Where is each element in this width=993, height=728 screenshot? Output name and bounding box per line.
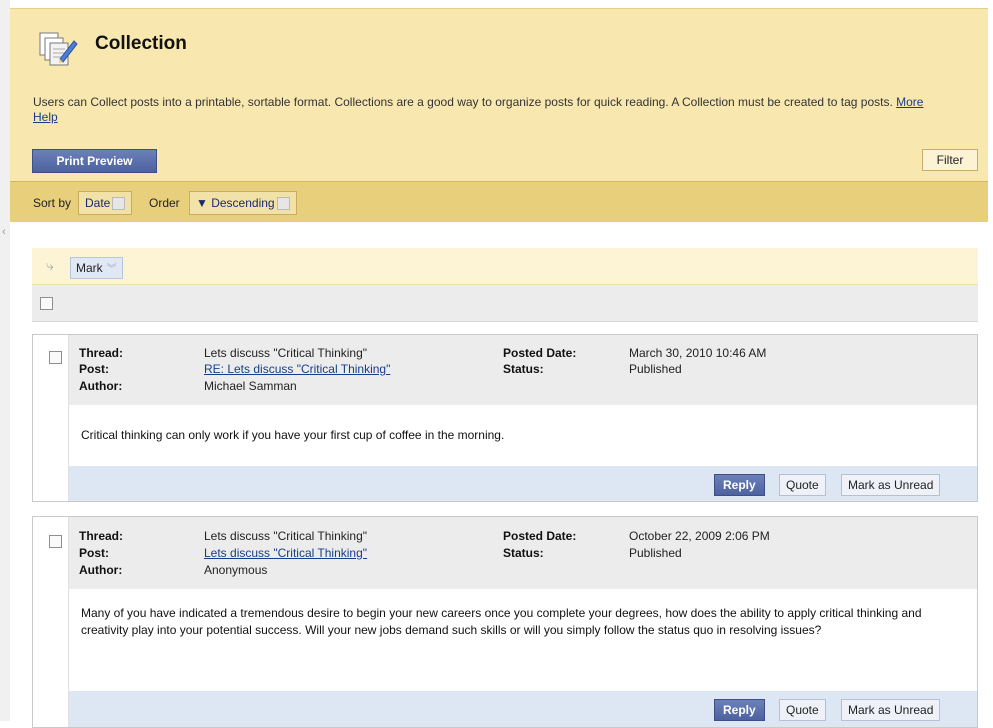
posted-date-label: Posted Date: bbox=[503, 529, 577, 543]
dropdown-icon bbox=[112, 197, 126, 211]
status-value: Published bbox=[629, 362, 682, 376]
left-edge: ‹ bbox=[0, 0, 10, 721]
post-body-text: Many of you have indicated a tremendous … bbox=[81, 606, 922, 637]
thread-label: Thread: bbox=[79, 346, 124, 360]
collection-page: Collection Users can Collect posts into … bbox=[10, 8, 988, 728]
dropdown-icon bbox=[276, 197, 290, 211]
chevron-down-icon: ︾ bbox=[106, 264, 117, 275]
page-header: Collection Users can Collect posts into … bbox=[10, 8, 988, 182]
author-label: Author: bbox=[79, 379, 123, 393]
page-description: Users can Collect posts into a printable… bbox=[33, 95, 933, 125]
post-meta: Thread: Post: Author: Lets discuss "Crit… bbox=[69, 517, 977, 589]
select-all-checkbox[interactable] bbox=[40, 297, 53, 310]
posted-date-value: March 30, 2010 10:46 AM bbox=[629, 346, 767, 360]
thread-value: Lets discuss "Critical Thinking" bbox=[204, 529, 368, 543]
post-value: RE: Lets discuss "Critical Thinking" bbox=[204, 362, 390, 376]
collection-icon bbox=[39, 32, 78, 66]
mark-bar: ⤷ Mark ︾ bbox=[32, 248, 978, 285]
order-value: ▼ Descending bbox=[196, 196, 275, 210]
order-select[interactable]: ▼ Descending bbox=[189, 191, 297, 215]
author-label: Author: bbox=[79, 563, 123, 577]
post-item: Thread: Post: Author: Lets discuss "Crit… bbox=[32, 334, 978, 502]
author-value: Anonymous bbox=[204, 563, 268, 577]
quote-button[interactable]: Quote bbox=[779, 699, 826, 721]
thread-label: Thread: bbox=[79, 529, 124, 543]
status-label: Status: bbox=[503, 362, 544, 376]
order-label: Order bbox=[149, 196, 180, 210]
post-checkbox-column bbox=[33, 517, 69, 727]
post-item: Thread: Post: Author: Lets discuss "Crit… bbox=[32, 516, 978, 728]
post-actions: Reply Quote Mark as Unread bbox=[69, 691, 977, 727]
mark-as-unread-button[interactable]: Mark as Unread bbox=[841, 474, 941, 496]
post-meta: Thread: Post: Author: Lets discuss "Crit… bbox=[69, 335, 977, 405]
post-value: Lets discuss "Critical Thinking" bbox=[204, 546, 367, 560]
status-label: Status: bbox=[503, 546, 544, 560]
post-body-text: Critical thinking can only work if you h… bbox=[81, 428, 505, 442]
print-preview-button[interactable]: Print Preview bbox=[32, 149, 157, 173]
collapse-grip-icon[interactable]: ‹ bbox=[2, 226, 6, 238]
posted-date-value: October 22, 2009 2:06 PM bbox=[629, 529, 770, 543]
mark-as-unread-button[interactable]: Mark as Unread bbox=[841, 699, 941, 721]
thread-value: Lets discuss "Critical Thinking" bbox=[204, 346, 368, 360]
post-body: Many of you have indicated a tremendous … bbox=[69, 589, 977, 691]
posted-date-label: Posted Date: bbox=[503, 346, 577, 360]
sort-by-value: Date bbox=[85, 196, 111, 210]
post-link[interactable]: RE: Lets discuss "Critical Thinking" bbox=[204, 362, 390, 376]
select-all-row bbox=[32, 285, 978, 322]
description-text: Users can Collect posts into a printable… bbox=[33, 95, 893, 109]
page-title: Collection bbox=[95, 33, 187, 54]
mark-menu-button[interactable]: Mark ︾ bbox=[70, 257, 123, 279]
reply-button[interactable]: Reply bbox=[714, 474, 765, 496]
filter-button[interactable]: Filter bbox=[922, 149, 978, 171]
post-label: Post: bbox=[79, 362, 109, 376]
post-link[interactable]: Lets discuss "Critical Thinking" bbox=[204, 546, 367, 560]
quote-button[interactable]: Quote bbox=[779, 474, 826, 496]
sort-by-label: Sort by bbox=[33, 196, 72, 210]
post-actions: Reply Quote Mark as Unread bbox=[69, 466, 977, 501]
mark-label: Mark bbox=[76, 261, 103, 275]
reply-button[interactable]: Reply bbox=[714, 699, 765, 721]
sort-by-select[interactable]: Date bbox=[78, 191, 133, 215]
author-value: Michael Samman bbox=[204, 379, 297, 393]
post-checkbox-column bbox=[33, 335, 69, 501]
post-label: Post: bbox=[79, 546, 109, 560]
post-checkbox[interactable] bbox=[49, 351, 62, 364]
mark-arrow-icon: ⤷ bbox=[46, 257, 54, 273]
status-value: Published bbox=[629, 546, 682, 560]
sort-bar: Sort by Date Order ▼ Descending bbox=[10, 181, 988, 222]
post-checkbox[interactable] bbox=[49, 535, 62, 548]
post-body: Critical thinking can only work if you h… bbox=[69, 405, 977, 466]
